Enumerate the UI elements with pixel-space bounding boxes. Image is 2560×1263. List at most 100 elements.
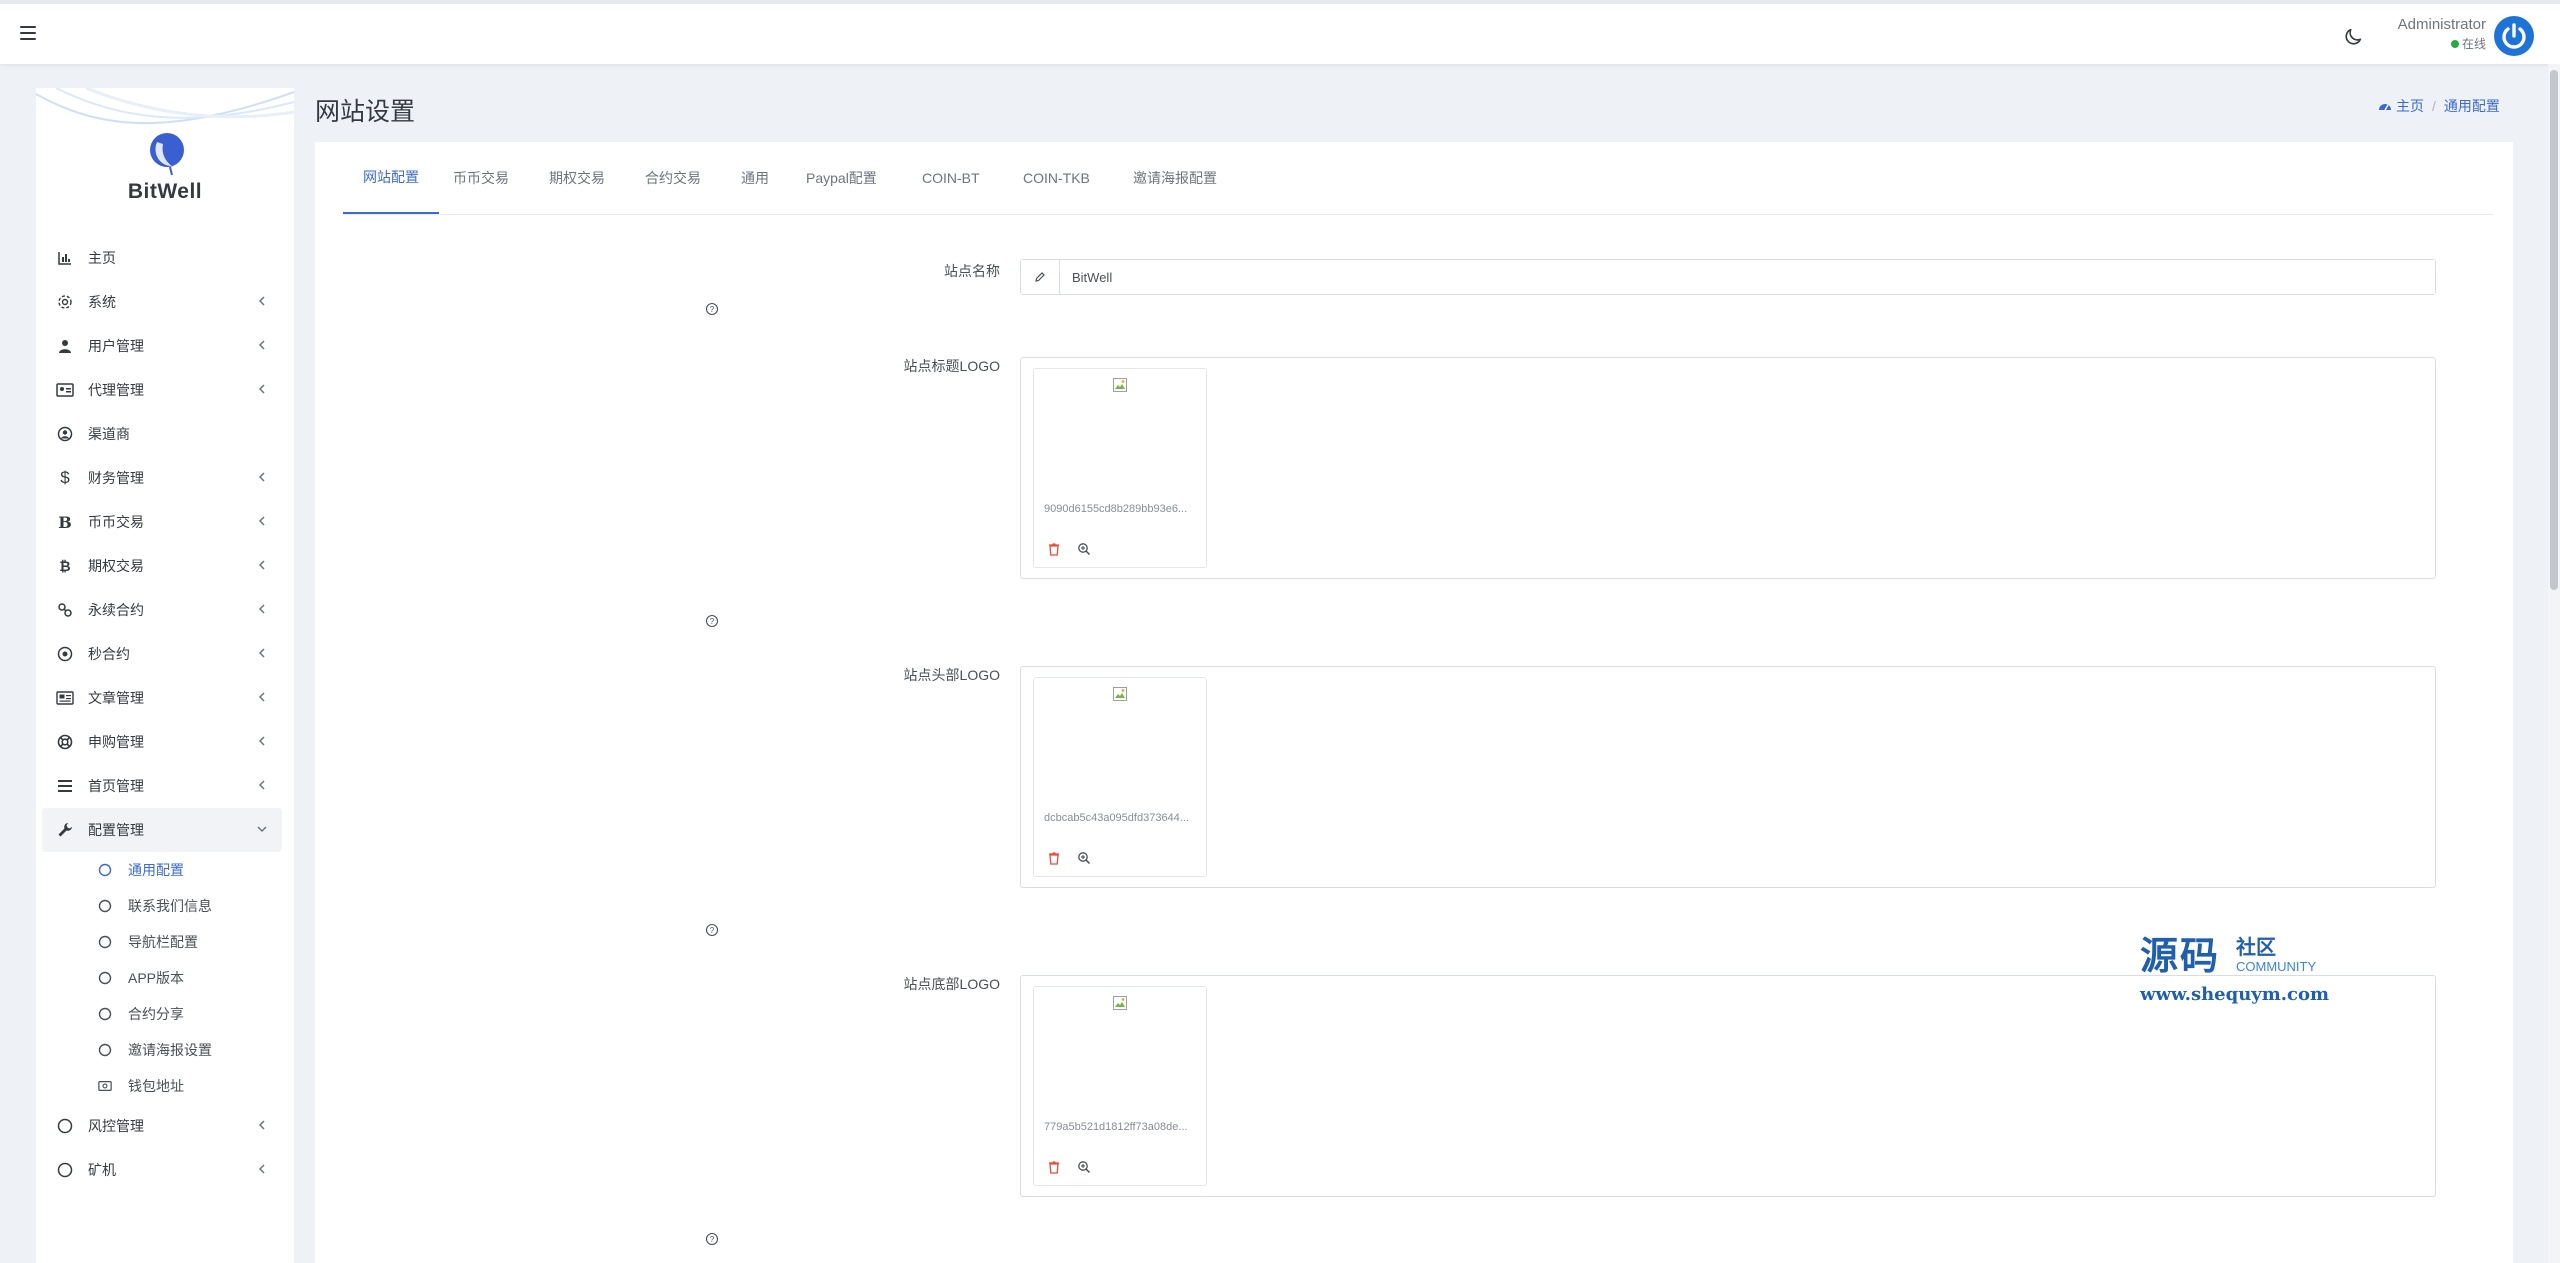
chevron-left-icon [258, 340, 265, 350]
tab-general[interactable]: 通用 [741, 142, 769, 214]
sidebar-item-agents[interactable]: 代理管理 [42, 368, 282, 412]
site-name-input[interactable] [1060, 260, 2435, 294]
submenu-item-app-version[interactable]: APP版本 [42, 960, 282, 996]
sidebar-item-finance[interactable]: $ 财务管理 [42, 456, 282, 500]
zoom-in-icon[interactable] [1076, 1159, 1092, 1175]
submenu-item-label: 合约分享 [128, 1006, 184, 1022]
sidebar-item-home[interactable]: 主页 [42, 236, 282, 280]
tab-coin-bt[interactable]: COIN-BT [922, 142, 980, 214]
sidebar-item-second-contract[interactable]: 秒合约 [42, 632, 282, 676]
link-icon [56, 601, 74, 619]
help-icon[interactable]: ? [705, 1232, 719, 1246]
submenu-item-label: APP版本 [128, 970, 185, 986]
zoom-in-icon[interactable] [1076, 850, 1092, 866]
list-icon [56, 777, 74, 795]
header-logo-upload[interactable]: dcbcab5c43a095dfd373644... [1020, 666, 2436, 888]
sidebar-item-system[interactable]: 系统 [42, 280, 282, 324]
sidebar-item-articles[interactable]: 文章管理 [42, 676, 282, 720]
submenu-item-nav-config[interactable]: 导航栏配置 [42, 924, 282, 960]
delete-icon[interactable] [1046, 850, 1062, 866]
submenu-item-poster-settings[interactable]: 邀请海报设置 [42, 1032, 282, 1068]
help-icon[interactable]: ? [705, 614, 719, 628]
sidebar-item-homepage[interactable]: 首页管理 [42, 764, 282, 808]
online-dot-icon [2450, 40, 2459, 48]
hamburger-menu-icon[interactable] [20, 26, 36, 40]
chevron-left-icon [258, 736, 265, 746]
sidebar-item-label: 矿机 [88, 1162, 116, 1178]
submenu-item-contact-info[interactable]: 联系我们信息 [42, 888, 282, 924]
sidebar-item-config[interactable]: 配置管理 [42, 808, 282, 852]
sidebar-item-subscription[interactable]: 申购管理 [42, 720, 282, 764]
sidebar-item-label: 代理管理 [88, 382, 144, 398]
page-title: 网站设置 [315, 98, 416, 126]
sidebar-item-label: 首页管理 [88, 778, 144, 794]
sidebar-item-users[interactable]: 用户管理 [42, 324, 282, 368]
circle-icon [56, 1161, 74, 1179]
tab-coin-tkb[interactable]: COIN-TKB [1023, 142, 1090, 214]
sidebar-item-label: 配置管理 [88, 822, 144, 838]
breadcrumb-home[interactable]: 主页 [2396, 96, 2424, 116]
sidebar-item-label: 主页 [88, 250, 116, 266]
submenu-item-label: 导航栏配置 [128, 934, 198, 950]
sidebar-item-miner[interactable]: 矿机 [42, 1148, 282, 1192]
svg-text:?: ? [710, 617, 715, 626]
tab-contract-trading[interactable]: 合约交易 [645, 142, 701, 214]
wrench-icon [56, 821, 74, 839]
id-card-icon [56, 381, 74, 399]
delete-icon[interactable] [1046, 541, 1062, 557]
file-name: dcbcab5c43a095dfd373644... [1044, 812, 1189, 824]
sidebar-item-channels[interactable]: 渠道商 [42, 412, 282, 456]
dark-mode-toggle-icon[interactable] [2342, 26, 2364, 48]
submenu-item-contract-share[interactable]: 合约分享 [42, 996, 282, 1032]
pencil-icon [1021, 260, 1060, 294]
sidebar-item-label: 渠道商 [88, 426, 130, 442]
user-info[interactable]: Administrator 在线 [2380, 16, 2486, 52]
tab-spot-trading[interactable]: 币币交易 [453, 142, 509, 214]
sidebar-item-label: 用户管理 [88, 338, 144, 354]
chevron-left-icon [258, 472, 265, 482]
svg-text:?: ? [710, 926, 715, 935]
avatar[interactable] [2494, 16, 2534, 56]
user-icon [56, 337, 74, 355]
svg-text:?: ? [710, 305, 715, 314]
watermark-big-text: 源码 [2140, 933, 2221, 978]
site-name-field [1020, 259, 2436, 295]
file-name: 779a5b521d1812ff73a08de... [1044, 1121, 1188, 1133]
title-logo-upload[interactable]: 9090d6155cd8b289bb93e6... [1020, 357, 2436, 579]
broken-image-icon [1113, 378, 1127, 392]
watermark-small-text: 社区 [2236, 937, 2276, 959]
tab-bar: 网站配置 币币交易 期权交易 合约交易 通用 Paypal配置 COIN-BT … [343, 142, 2493, 215]
sidebar-item-perpetual[interactable]: 永续合约 [42, 588, 282, 632]
zoom-in-icon[interactable] [1076, 541, 1092, 557]
site-name-label: 站点名称 [944, 263, 1000, 279]
help-icon[interactable]: ? [705, 923, 719, 937]
delete-icon[interactable] [1046, 1159, 1062, 1175]
circle-outline-icon [98, 899, 112, 913]
footer-logo-upload[interactable]: 779a5b521d1812ff73a08de... [1020, 975, 2436, 1197]
money-bill-icon [98, 1079, 112, 1093]
scrollbar-thumb[interactable] [2550, 70, 2558, 590]
submenu-item-wallet-address[interactable]: 钱包地址 [42, 1068, 282, 1104]
chevron-left-icon [258, 516, 265, 526]
sidebar-item-options-trading[interactable]: ₿ 期权交易 [42, 544, 282, 588]
sidebar-item-risk-control[interactable]: 风控管理 [42, 1104, 282, 1148]
circle-outline-icon [98, 863, 112, 877]
tab-site-config[interactable]: 网站配置 [343, 142, 439, 214]
sidebar-item-label: 系统 [88, 294, 116, 310]
breadcrumb: 主页 / 通用配置 [2378, 96, 2500, 116]
title-logo-preview: 9090d6155cd8b289bb93e6... [1033, 368, 1207, 568]
sidebar-item-spot-trading[interactable]: B 币币交易 [42, 500, 282, 544]
chevron-left-icon [258, 1164, 265, 1174]
submenu-item-label: 通用配置 [128, 862, 184, 878]
tab-options-trading[interactable]: 期权交易 [549, 142, 605, 214]
user-circle-icon [56, 425, 74, 443]
tab-paypal-config[interactable]: Paypal配置 [806, 142, 877, 214]
tab-poster-config[interactable]: 邀请海报配置 [1133, 142, 1217, 214]
submenu-item-general-config[interactable]: 通用配置 [42, 852, 282, 888]
dot-circle-icon [56, 645, 74, 663]
help-icon[interactable]: ? [705, 302, 719, 316]
sidebar: BitWell 主页 系统 用户管理 代理管理 渠道商 $ 财务管理 B 币币交… [36, 88, 294, 1263]
broken-image-icon [1113, 687, 1127, 701]
user-status: 在线 [2380, 36, 2486, 52]
circle-outline-icon [98, 1043, 112, 1057]
